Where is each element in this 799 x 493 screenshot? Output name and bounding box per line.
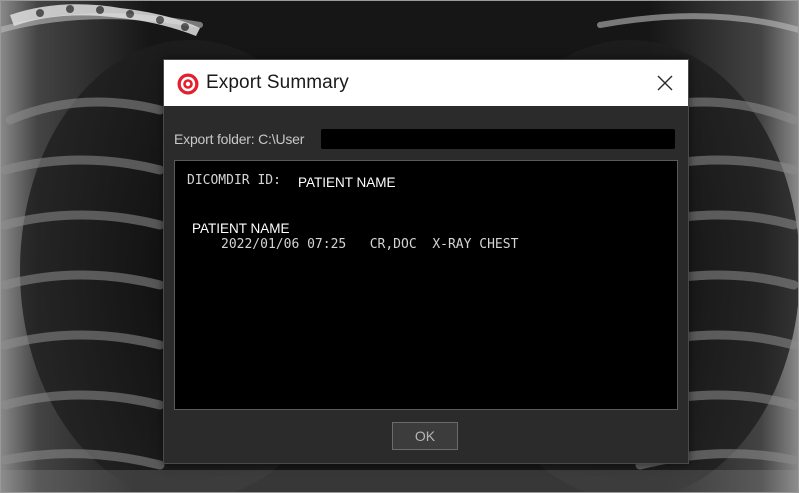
- ok-button[interactable]: OK: [392, 422, 458, 450]
- dialog-titlebar: Export Summary: [164, 60, 688, 106]
- patient-name: PATIENT NAME: [192, 221, 290, 236]
- export-folder-row: Export folder: C:\User: [174, 129, 676, 149]
- export-summary-dialog: Export Summary Export folder: C:\User DI…: [163, 59, 689, 464]
- close-icon: [657, 75, 673, 91]
- study-entry: 2022/01/06 07:25 CR,DOC X-RAY CHEST: [221, 237, 519, 252]
- export-folder-label: Export folder: C:\User: [174, 131, 305, 147]
- app-logo-icon: [177, 73, 199, 95]
- export-summary-text[interactable]: DICOMDIR ID: PATIENT NAME 2022/01/06 07:…: [174, 160, 678, 410]
- close-button[interactable]: [640, 60, 688, 106]
- dialog-title: Export Summary: [206, 72, 349, 93]
- dicomdir-id-value: PATIENT NAME: [298, 175, 396, 190]
- dicomdir-id-label: DICOMDIR ID:: [187, 173, 281, 188]
- export-folder-path-redaction: [321, 129, 675, 149]
